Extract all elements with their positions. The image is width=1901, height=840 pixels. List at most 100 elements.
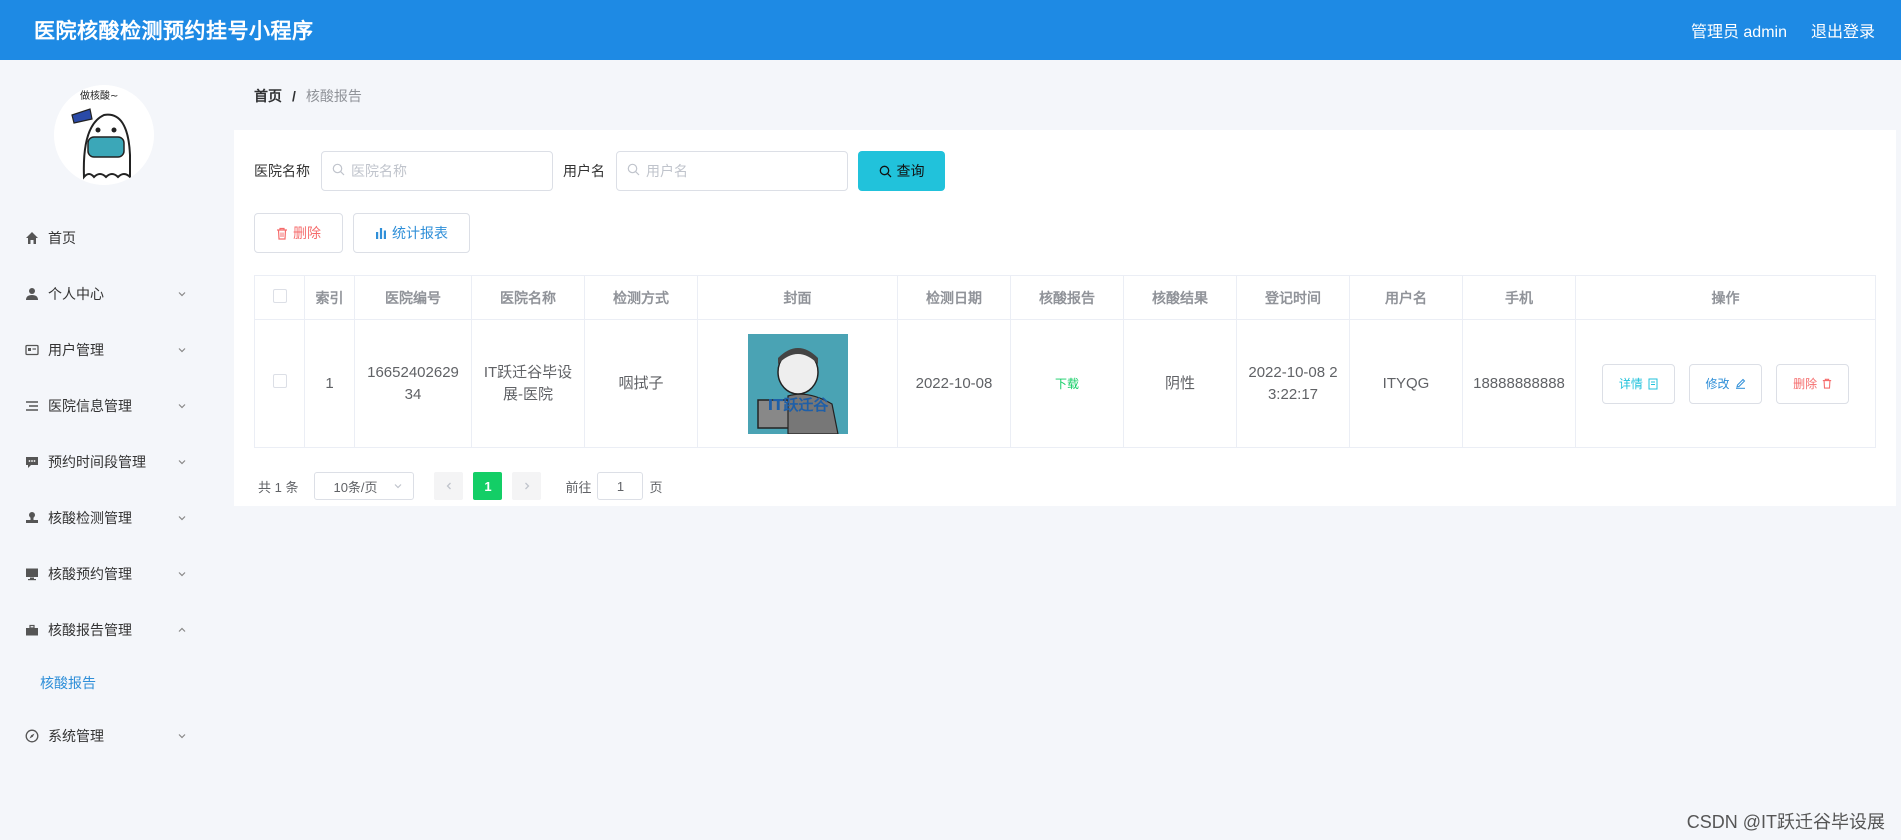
sidebar-item-home[interactable]: 首页 — [0, 210, 210, 266]
statistics-report-button[interactable]: 统计报表 — [353, 213, 470, 253]
trash-icon — [1822, 378, 1832, 389]
sidebar-item-nucleic-report-management[interactable]: 核酸报告管理 — [0, 602, 210, 658]
row-select-cell — [254, 319, 305, 448]
row-delete-label: 删除 — [1793, 376, 1818, 391]
suitcase-icon — [24, 622, 40, 638]
search-icon — [332, 163, 345, 179]
table-row: 1 1665240262934 IT跃迁谷毕设展-医院 咽拭子 IT跃迁谷 20… — [254, 319, 1876, 448]
sidebar-item-label: 核酸报告管理 — [48, 622, 132, 638]
column-header: 检测方式 — [584, 275, 698, 320]
cell-index: 1 — [304, 319, 355, 448]
detail-button[interactable]: 详情 — [1601, 363, 1675, 404]
sidebar-item-label: 医院信息管理 — [48, 398, 132, 414]
column-header: 操作 — [1575, 275, 1876, 320]
cell-hospital-no: 1665240262934 — [354, 319, 472, 448]
app-title: 医院核酸检测预约挂号小程序 — [34, 20, 314, 43]
sidebar-item-hospital-info[interactable]: 医院信息管理 — [0, 378, 210, 434]
cell-register-time: 2022-10-08 23:22:17 — [1236, 319, 1350, 448]
chevron-down-icon — [176, 512, 188, 524]
sidebar-item-label: 核酸检测管理 — [48, 510, 132, 526]
trash-icon — [276, 227, 288, 240]
pencil-icon — [1735, 378, 1746, 389]
column-header: 索引 — [304, 275, 355, 320]
username-input[interactable] — [646, 163, 796, 179]
goto-page-input[interactable] — [597, 472, 644, 500]
sidebar-subitem-nucleic-report[interactable]: 核酸报告 — [0, 658, 210, 708]
edit-label: 修改 — [1705, 376, 1730, 391]
row-checkbox[interactable] — [272, 373, 287, 388]
cell-phone: 18888888888 — [1462, 319, 1576, 448]
ghost-mascot-logo: 做核酸~ — [54, 85, 154, 185]
row-delete-button[interactable]: 删除 — [1776, 363, 1850, 404]
query-button[interactable]: 查询 — [858, 151, 945, 191]
stamp-icon — [24, 510, 40, 526]
sidebar: 做核酸~ 首页 个人中心 用户管理 医院信息管理 预约时间段管理 核酸检测管理 … — [0, 60, 210, 840]
monitor-icon — [24, 566, 40, 582]
admin-role-label: 管理员 admin — [1690, 24, 1787, 41]
cell-result: 阴性 — [1123, 319, 1237, 448]
chevron-down-icon — [176, 288, 188, 300]
message-icon — [24, 454, 40, 470]
download-report-link[interactable]: 下载 — [1055, 377, 1079, 391]
chevron-right-icon — [522, 481, 532, 491]
sidebar-item-label: 个人中心 — [48, 286, 104, 302]
report-panel: 医院名称 用户名 查询 删除 统计报表 — [234, 130, 1896, 506]
query-button-label: 查询 — [896, 163, 925, 179]
document-icon — [1648, 378, 1658, 390]
sidebar-item-time-slot[interactable]: 预约时间段管理 — [0, 434, 210, 490]
report-table: 索引 医院编号 医院名称 检测方式 封面 检测日期 核酸报告 核酸结果 登记时间… — [254, 275, 1876, 448]
edit-button[interactable]: 修改 — [1689, 363, 1762, 404]
user-icon — [24, 286, 40, 302]
page-size-select[interactable]: 10条/页 — [314, 472, 415, 500]
breadcrumb-home[interactable]: 首页 — [254, 86, 282, 106]
svg-text:做核酸~: 做核酸~ — [80, 89, 118, 102]
chevron-down-icon — [176, 568, 188, 580]
batch-delete-label: 删除 — [293, 225, 321, 241]
chevron-down-icon — [176, 456, 188, 468]
table-header-row: 索引 医院编号 医院名称 检测方式 封面 检测日期 核酸报告 核酸结果 登记时间… — [254, 275, 1876, 320]
sidebar-item-nucleic-test[interactable]: 核酸检测管理 — [0, 490, 210, 546]
column-header: 手机 — [1462, 275, 1576, 320]
username-label: 用户名 — [563, 163, 605, 179]
sidebar-item-label: 核酸预约管理 — [48, 566, 132, 582]
breadcrumb-current: 核酸报告 — [305, 88, 362, 104]
cell-test-method: 咽拭子 — [584, 319, 698, 448]
hospital-name-label: 医院名称 — [254, 163, 310, 179]
batch-delete-button[interactable]: 删除 — [254, 213, 343, 253]
sidebar-item-label: 系统管理 — [48, 728, 104, 744]
bar-chart-icon — [375, 227, 387, 239]
cell-operations: 详情 修改 删除 — [1575, 319, 1876, 448]
pagination: 共 1 条 10条/页 1 前往 页 — [258, 472, 663, 500]
page-number-button[interactable]: 1 — [473, 472, 503, 500]
hospital-name-input[interactable] — [351, 163, 501, 179]
logout-button[interactable]: 退出登录 — [1811, 18, 1875, 42]
next-page-button[interactable] — [512, 472, 542, 500]
id-card-icon — [24, 342, 40, 358]
column-header: 核酸报告 — [1010, 275, 1124, 320]
prev-page-button[interactable] — [434, 472, 464, 500]
chevron-left-icon — [444, 481, 454, 491]
column-header: 核酸结果 — [1123, 275, 1237, 320]
action-bar: 删除 统计报表 — [254, 213, 480, 253]
column-header: 医院名称 — [471, 275, 585, 320]
watermark: CSDN @IT跃迁谷毕设展 — [1686, 812, 1885, 832]
sidebar-item-user-management[interactable]: 用户管理 — [0, 322, 210, 378]
statistics-report-label: 统计报表 — [392, 225, 448, 241]
chevron-down-icon — [393, 481, 403, 491]
pagination-total: 共 1 条 — [258, 479, 299, 495]
detail-label: 详情 — [1618, 376, 1643, 391]
hospital-name-field — [321, 151, 553, 191]
chevron-down-icon — [176, 344, 188, 356]
username-field — [616, 151, 848, 191]
sidebar-item-nucleic-booking[interactable]: 核酸预约管理 — [0, 546, 210, 602]
page-size-value: 10条/页 — [333, 479, 378, 495]
sidebar-item-personal-center[interactable]: 个人中心 — [0, 266, 210, 322]
cell-report: 下载 — [1010, 319, 1124, 448]
select-all-checkbox[interactable] — [272, 289, 287, 303]
sidebar-item-system-management[interactable]: 系统管理 — [0, 708, 210, 764]
goto-page: 前往 页 — [565, 472, 663, 500]
compass-icon — [24, 728, 40, 744]
cover-image[interactable]: IT跃迁谷 — [747, 333, 848, 434]
search-icon — [627, 163, 640, 179]
cell-test-date: 2022-10-08 — [897, 319, 1011, 448]
